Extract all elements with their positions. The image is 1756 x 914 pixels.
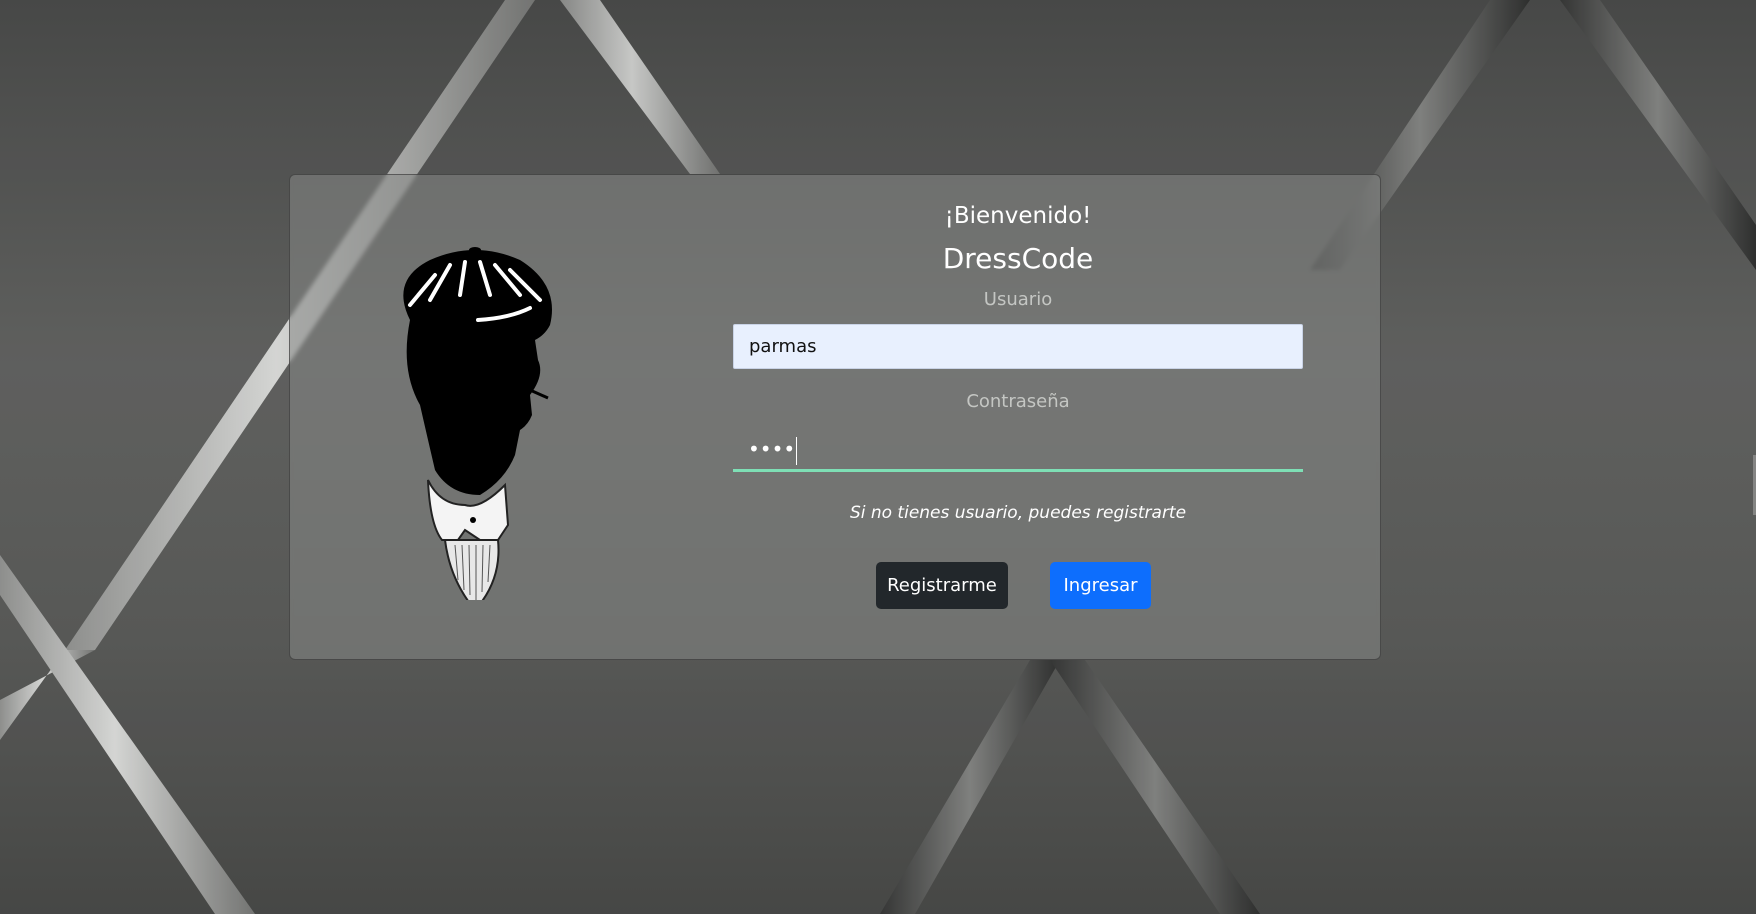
login-page: ¡Bienvenido! DressCode Usuario parmas Co…	[0, 0, 1756, 914]
gentleman-silhouette-logo	[403, 247, 552, 600]
username-label: Usuario	[983, 289, 1053, 310]
username-value: parmas	[749, 336, 817, 357]
brand-title: DressCode	[942, 242, 1094, 275]
login-form: ¡Bienvenido! DressCode Usuario parmas Co…	[733, 175, 1303, 661]
password-input[interactable]: ••••	[733, 427, 1303, 472]
password-label: Contraseña	[966, 391, 1070, 412]
welcome-heading: ¡Bienvenido!	[944, 203, 1092, 229]
text-caret	[796, 436, 798, 465]
username-input[interactable]: parmas	[733, 324, 1303, 369]
register-button[interactable]: Registrarme	[876, 562, 1008, 609]
register-hint: Si no tienes usuario, puedes registrarte	[849, 503, 1187, 523]
password-value: ••••	[748, 437, 796, 461]
login-button[interactable]: Ingresar	[1050, 562, 1151, 609]
login-card: ¡Bienvenido! DressCode Usuario parmas Co…	[289, 174, 1381, 660]
